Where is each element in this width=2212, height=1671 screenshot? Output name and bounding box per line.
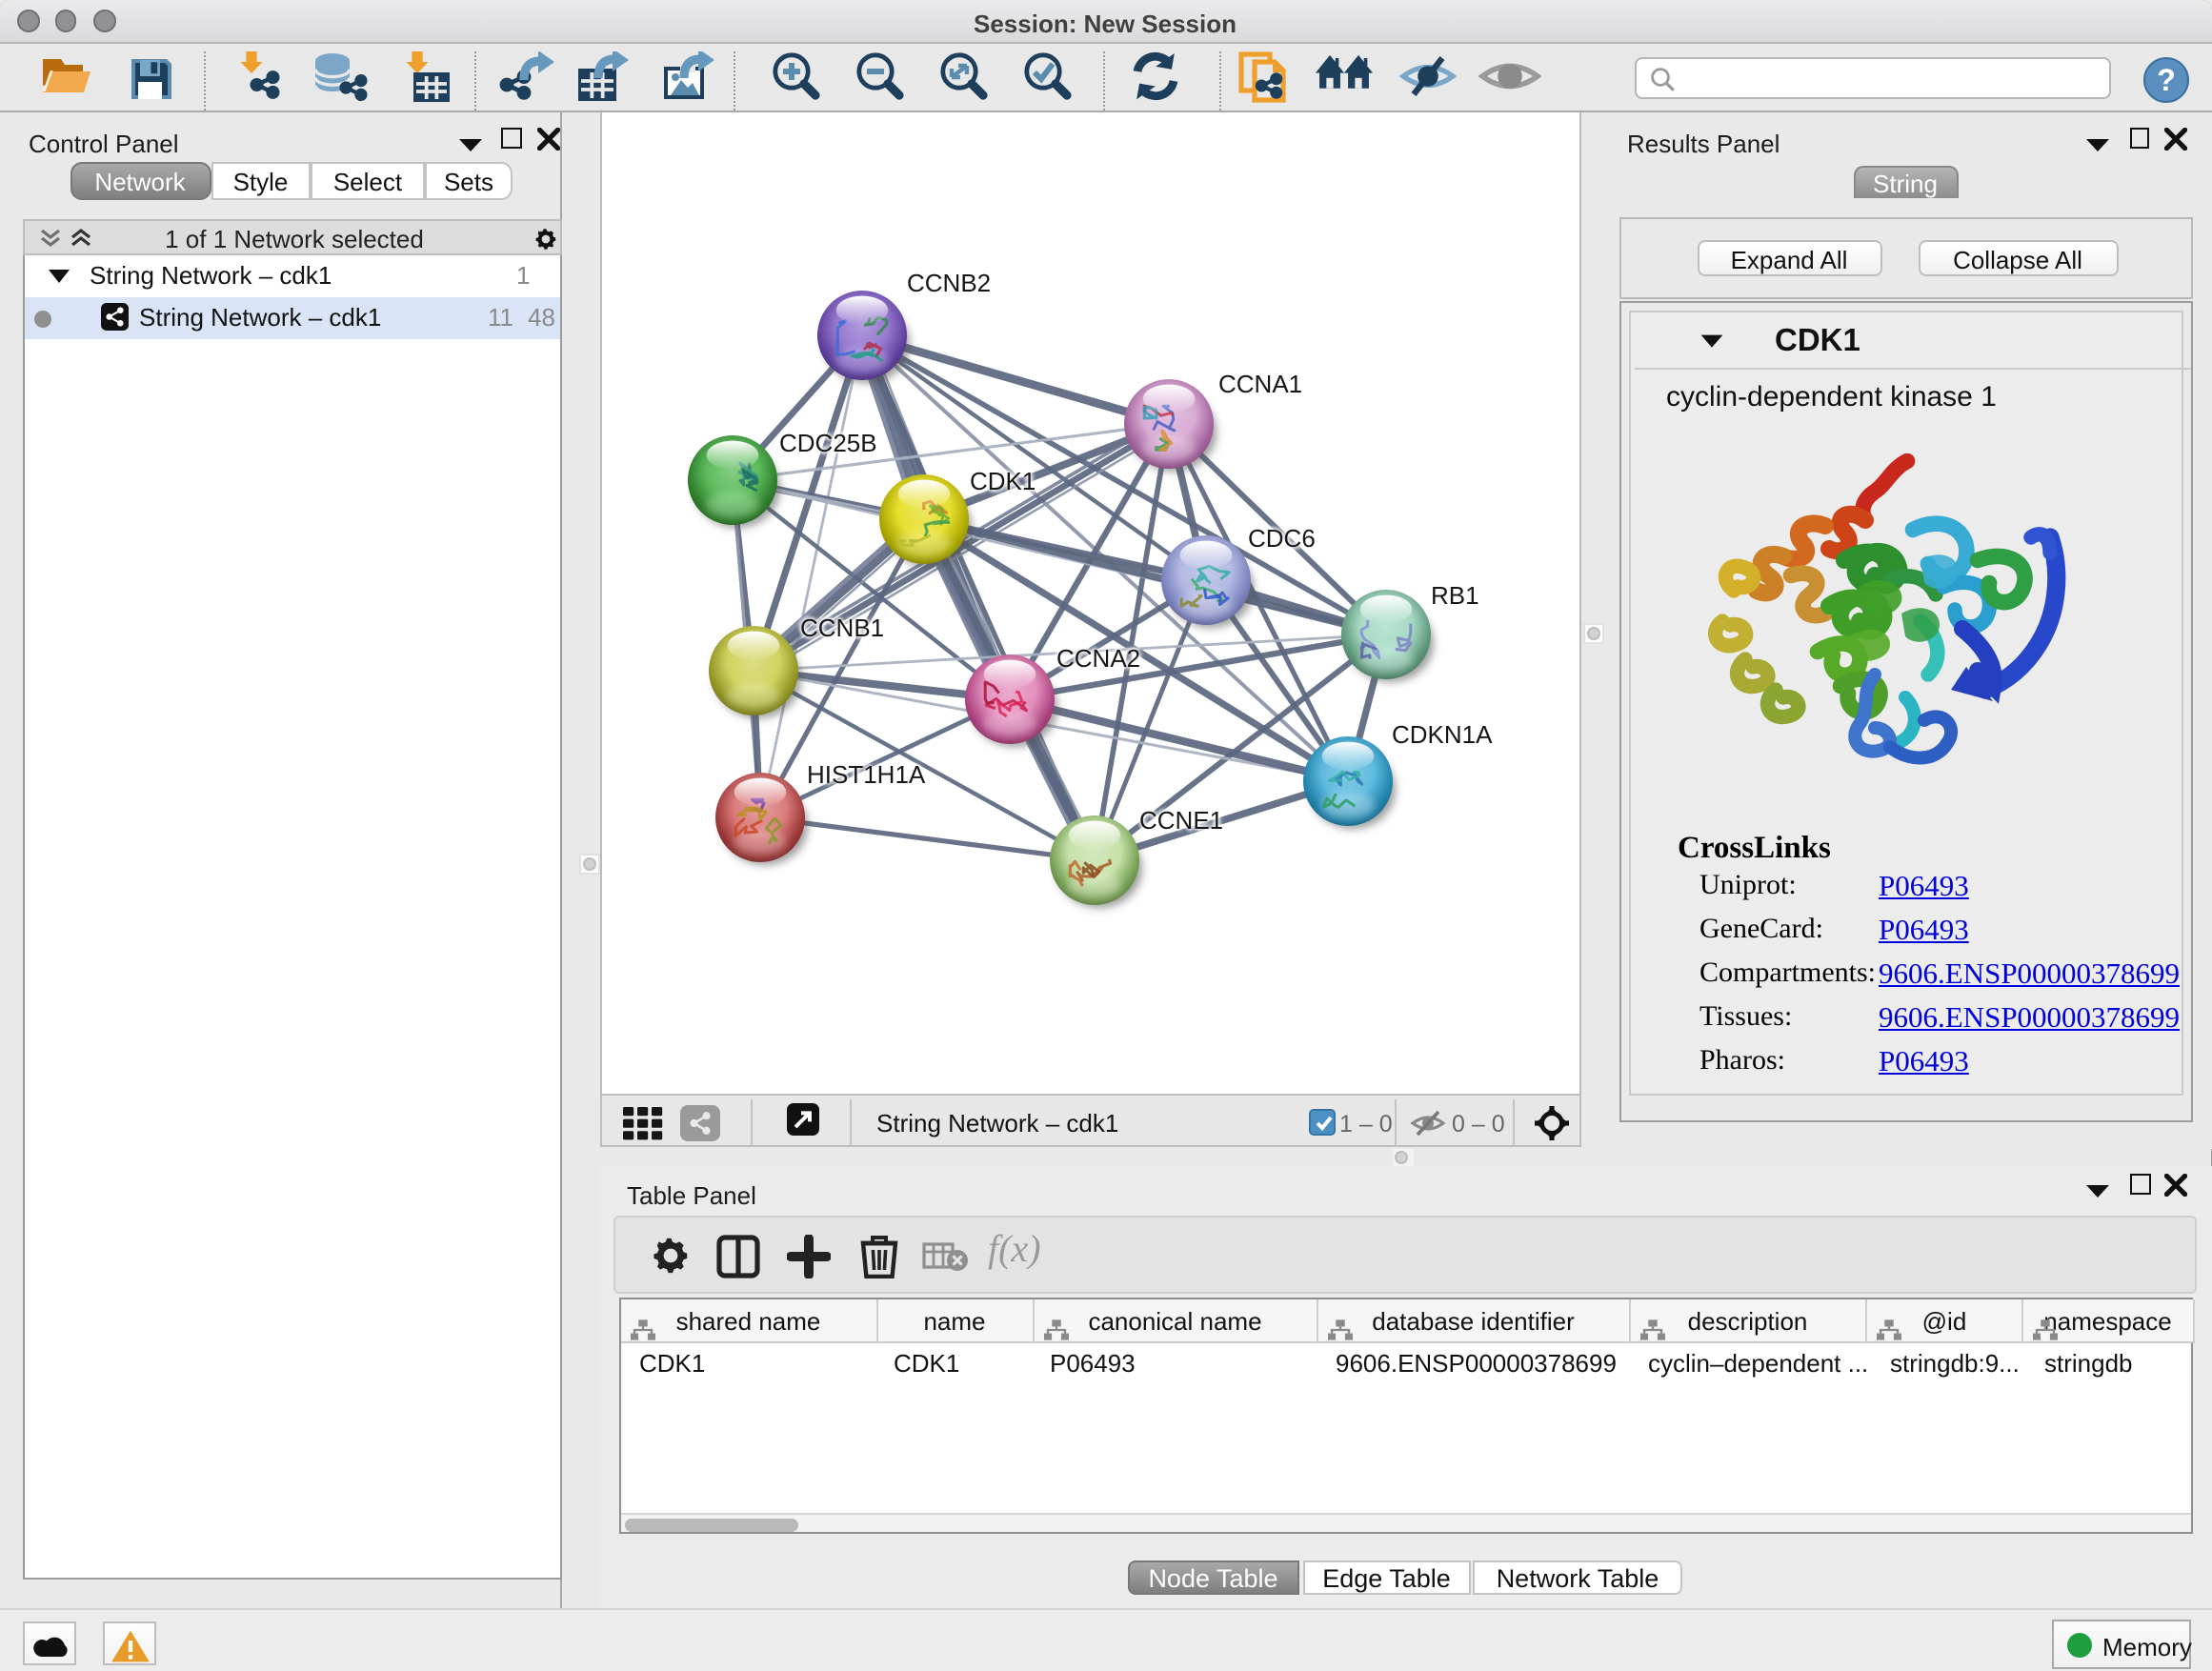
svg-text:?: ? — [2157, 63, 2176, 97]
